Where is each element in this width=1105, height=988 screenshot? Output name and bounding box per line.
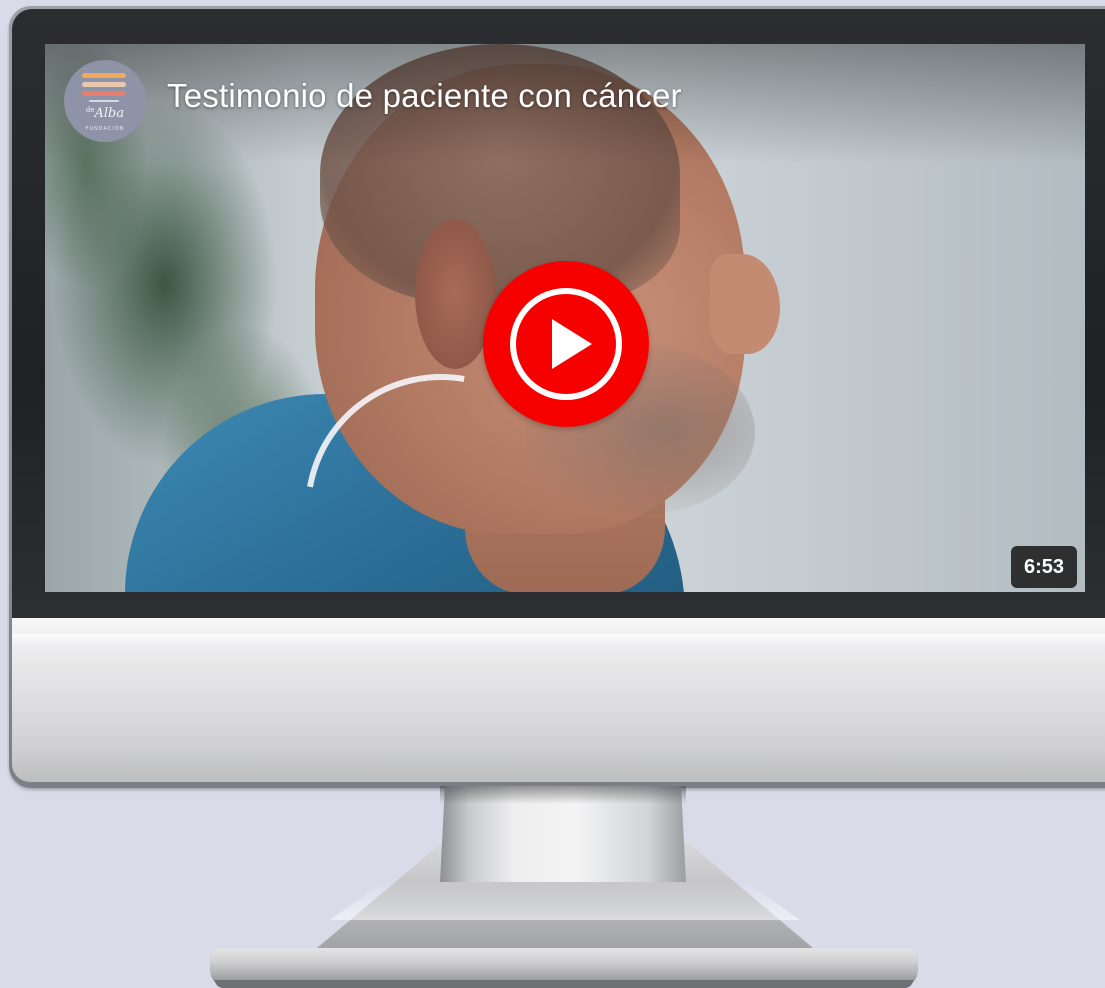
play-icon [552, 319, 592, 369]
avatar-logo-text: deAlba [85, 106, 125, 121]
monitor-illustration: deAlba FUNDACIÓN Testimonio de paciente … [0, 0, 1105, 988]
video-header: deAlba FUNDACIÓN Testimonio de paciente … [45, 44, 1085, 164]
video-title[interactable]: Testimonio de paciente con cáncer [167, 77, 682, 115]
play-button[interactable] [483, 261, 649, 427]
duration-badge: 6:53 [1011, 546, 1077, 588]
monitor-chin [12, 618, 1105, 782]
avatar-logo-subtext: FUNDACIÓN [85, 126, 125, 132]
channel-avatar[interactable]: deAlba FUNDACIÓN [64, 60, 146, 142]
video-player[interactable]: deAlba FUNDACIÓN Testimonio de paciente … [45, 44, 1085, 592]
